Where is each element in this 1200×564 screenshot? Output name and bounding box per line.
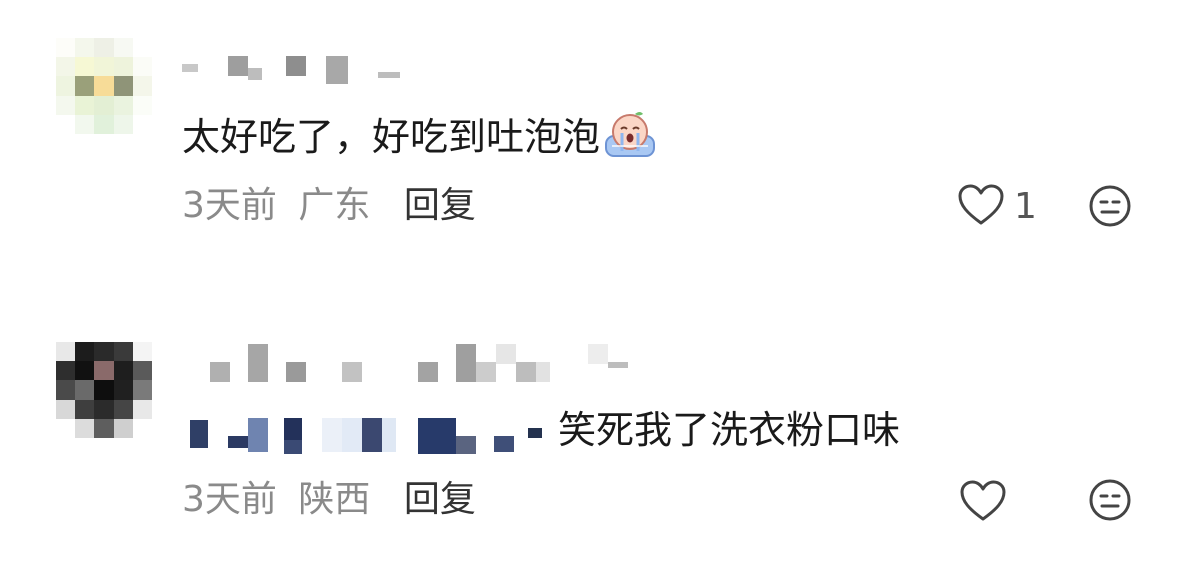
comment-text: 笑死我了洗衣粉口味 (558, 406, 900, 454)
like-count: 1 (1014, 186, 1037, 227)
comment-location: 陕西 (298, 479, 371, 520)
comment-text-content: 笑死我了洗衣粉口味 (558, 408, 901, 452)
like-button[interactable] (960, 480, 1016, 526)
like-button[interactable]: 1 (958, 184, 1037, 230)
reply-button[interactable]: 回复 (404, 185, 476, 226)
comment-item: 笑死我了洗衣粉口味 3天前 陕西 回复 (0, 282, 1200, 564)
comment-text-content: 太好吃了，好吃到吐泡泡 (182, 115, 601, 159)
censored-text (190, 414, 560, 458)
avatar[interactable] (56, 342, 152, 438)
comment-text: 太好吃了，好吃到吐泡泡 (182, 108, 658, 171)
username-censored[interactable] (182, 52, 402, 92)
crying-baby-emoji-icon (602, 108, 658, 171)
comment-meta: 3天前 陕西 回复 (182, 478, 476, 522)
comment-meta: 3天前 广东 回复 (182, 184, 476, 228)
comment-time: 3天前 (182, 185, 277, 226)
comment-time: 3天前 (182, 479, 277, 520)
dislike-face-icon[interactable] (1088, 478, 1132, 526)
username-censored[interactable] (190, 342, 640, 382)
heart-icon (958, 184, 1004, 230)
avatar[interactable] (56, 38, 152, 134)
heart-icon (960, 480, 1006, 526)
reply-button[interactable]: 回复 (404, 479, 476, 520)
dislike-face-icon[interactable] (1088, 184, 1132, 232)
comment-location: 广东 (298, 185, 371, 226)
comment-item: 太好吃了，好吃到吐泡泡 3天前 广东 回复 1 (0, 0, 1200, 282)
